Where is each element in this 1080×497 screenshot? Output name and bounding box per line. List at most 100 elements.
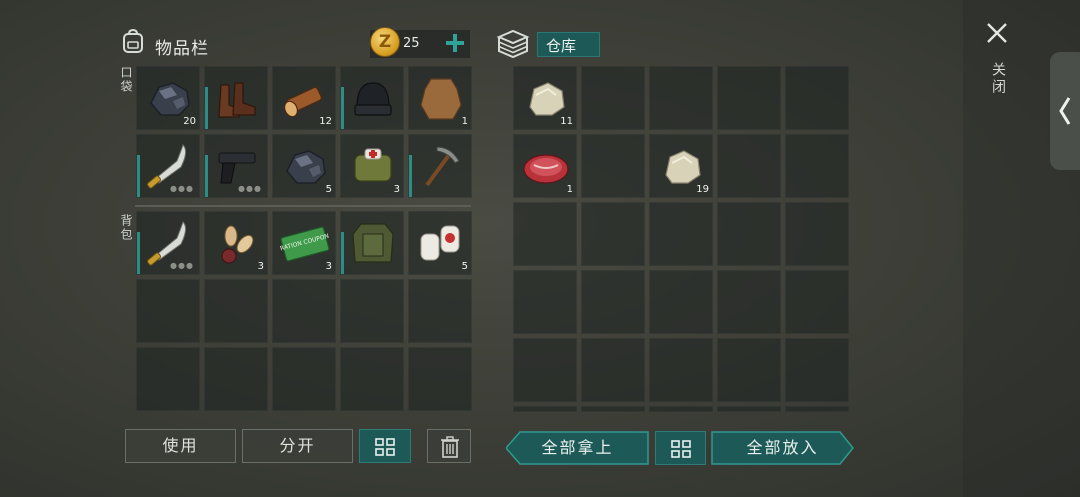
durability-bar	[137, 232, 140, 274]
close-icon[interactable]	[984, 20, 1010, 46]
backpack-icon	[123, 28, 143, 53]
storage-slot[interactable]	[717, 202, 781, 266]
storage-slot[interactable]	[785, 270, 849, 334]
backpack-slot[interactable]	[272, 347, 336, 411]
backpack-slot[interactable]	[340, 279, 404, 343]
hide-icon	[420, 78, 462, 120]
storage-slot[interactable]: 19	[649, 134, 713, 198]
storage-slot[interactable]: 1	[513, 134, 577, 198]
take-all-button[interactable]: 全部拿上	[506, 431, 649, 465]
trash-icon	[441, 436, 459, 458]
storage-slot[interactable]	[513, 338, 577, 402]
storage-slot[interactable]	[785, 202, 849, 266]
durability-bar	[409, 155, 412, 197]
storage-slot[interactable]	[513, 202, 577, 266]
pocket-slot[interactable]	[204, 66, 268, 130]
storage-slot[interactable]	[581, 406, 645, 412]
boots-icon	[218, 82, 256, 118]
item-quantity: 3	[257, 261, 264, 272]
pocket-slot[interactable]	[408, 134, 472, 198]
add-coins-plus-icon[interactable]	[443, 31, 467, 55]
storage-slot[interactable]	[717, 270, 781, 334]
durability-bar	[205, 87, 208, 129]
pocket-slot[interactable]: 5	[272, 134, 336, 198]
storage-slot[interactable]	[513, 406, 577, 412]
backpack-slot[interactable]: 5	[408, 211, 472, 275]
ration-coupon-icon: RATION COUPON	[279, 226, 330, 262]
storage-slot[interactable]	[785, 406, 849, 412]
pocket-slot[interactable]: 12	[272, 66, 336, 130]
storage-slot[interactable]	[785, 338, 849, 402]
coin-count: 25	[403, 36, 420, 51]
bandage-icon	[420, 225, 460, 261]
side-panel-tab[interactable]	[1050, 52, 1080, 170]
storage-slot[interactable]	[717, 406, 781, 412]
backpack-slot[interactable]	[136, 279, 200, 343]
backpack-slot[interactable]: RATION COUPON 3	[272, 211, 336, 275]
backpack-slot[interactable]: ●●●	[136, 211, 200, 275]
chevron-left-icon	[1059, 97, 1071, 125]
backpack-slot[interactable]	[340, 347, 404, 411]
pocket-slot[interactable]: ●●●	[136, 134, 200, 198]
item-quantity: 5	[461, 261, 468, 272]
durability-bar	[341, 232, 344, 274]
close-label[interactable]: 关闭	[988, 62, 1008, 96]
item-quantity: 1	[461, 116, 468, 127]
storage-slot[interactable]	[717, 338, 781, 402]
grid-icon	[375, 438, 395, 456]
item-quantity: 3	[325, 261, 332, 272]
coin-icon: Z	[370, 27, 400, 57]
backpack-label: 背包	[119, 214, 133, 242]
backpack-slot[interactable]	[408, 279, 472, 343]
storage-slot[interactable]	[581, 202, 645, 266]
pocket-slot[interactable]	[340, 66, 404, 130]
item-quantity: 11	[560, 116, 573, 127]
storage-slot[interactable]	[581, 134, 645, 198]
beanie-icon	[354, 82, 392, 116]
storage-slot[interactable]	[717, 134, 781, 198]
storage-tab[interactable]: 仓库	[537, 32, 600, 57]
item-quantity: 3	[393, 184, 400, 195]
put-all-label: 全部放入	[746, 438, 819, 457]
backpack-slot[interactable]	[204, 347, 268, 411]
storage-slot[interactable]	[581, 270, 645, 334]
backpack-slot[interactable]	[340, 211, 404, 275]
storage-slot[interactable]	[581, 66, 645, 130]
use-button[interactable]: 使用	[125, 429, 236, 463]
item-quantity: 1	[566, 184, 573, 195]
coal-icon	[286, 150, 326, 184]
storage-slot[interactable]	[649, 270, 713, 334]
storage-slot[interactable]	[785, 66, 849, 130]
pocket-slot[interactable]: 3	[340, 134, 404, 198]
storage-sort-button[interactable]	[655, 431, 706, 465]
backpack-slot[interactable]	[136, 347, 200, 411]
storage-slot[interactable]	[649, 66, 713, 130]
storage-slot[interactable]	[581, 338, 645, 402]
pocket-slot[interactable]: 1	[408, 66, 472, 130]
backpack-slot[interactable]	[408, 347, 472, 411]
put-all-button[interactable]: 全部放入	[711, 431, 854, 465]
storage-slot[interactable]	[649, 202, 713, 266]
armor-jacket-icon	[352, 223, 394, 263]
backpack-slot[interactable]	[272, 279, 336, 343]
item-quantity: 5	[325, 184, 332, 195]
take-all-label: 全部拿上	[541, 438, 614, 457]
storage-slot[interactable]	[717, 66, 781, 130]
durability-bar	[137, 155, 140, 197]
storage-slot[interactable]	[649, 338, 713, 402]
trash-button[interactable]	[427, 429, 471, 463]
upgrade-dots: ●●●	[238, 184, 262, 193]
backpack-slot[interactable]: 3	[204, 211, 268, 275]
item-quantity: 19	[696, 184, 709, 195]
storage-slot[interactable]	[513, 270, 577, 334]
storage-slot[interactable]	[785, 134, 849, 198]
storage-slot[interactable]	[649, 406, 713, 412]
sort-grid-button[interactable]	[359, 429, 411, 463]
pocket-slot[interactable]: ●●●	[204, 134, 268, 198]
backpack-slot[interactable]	[204, 279, 268, 343]
seeds-icon	[221, 225, 254, 264]
split-button[interactable]: 分开	[242, 429, 353, 463]
durability-bar	[205, 155, 208, 197]
storage-slot[interactable]: 11	[513, 66, 577, 130]
pocket-slot[interactable]: 20	[136, 66, 200, 130]
